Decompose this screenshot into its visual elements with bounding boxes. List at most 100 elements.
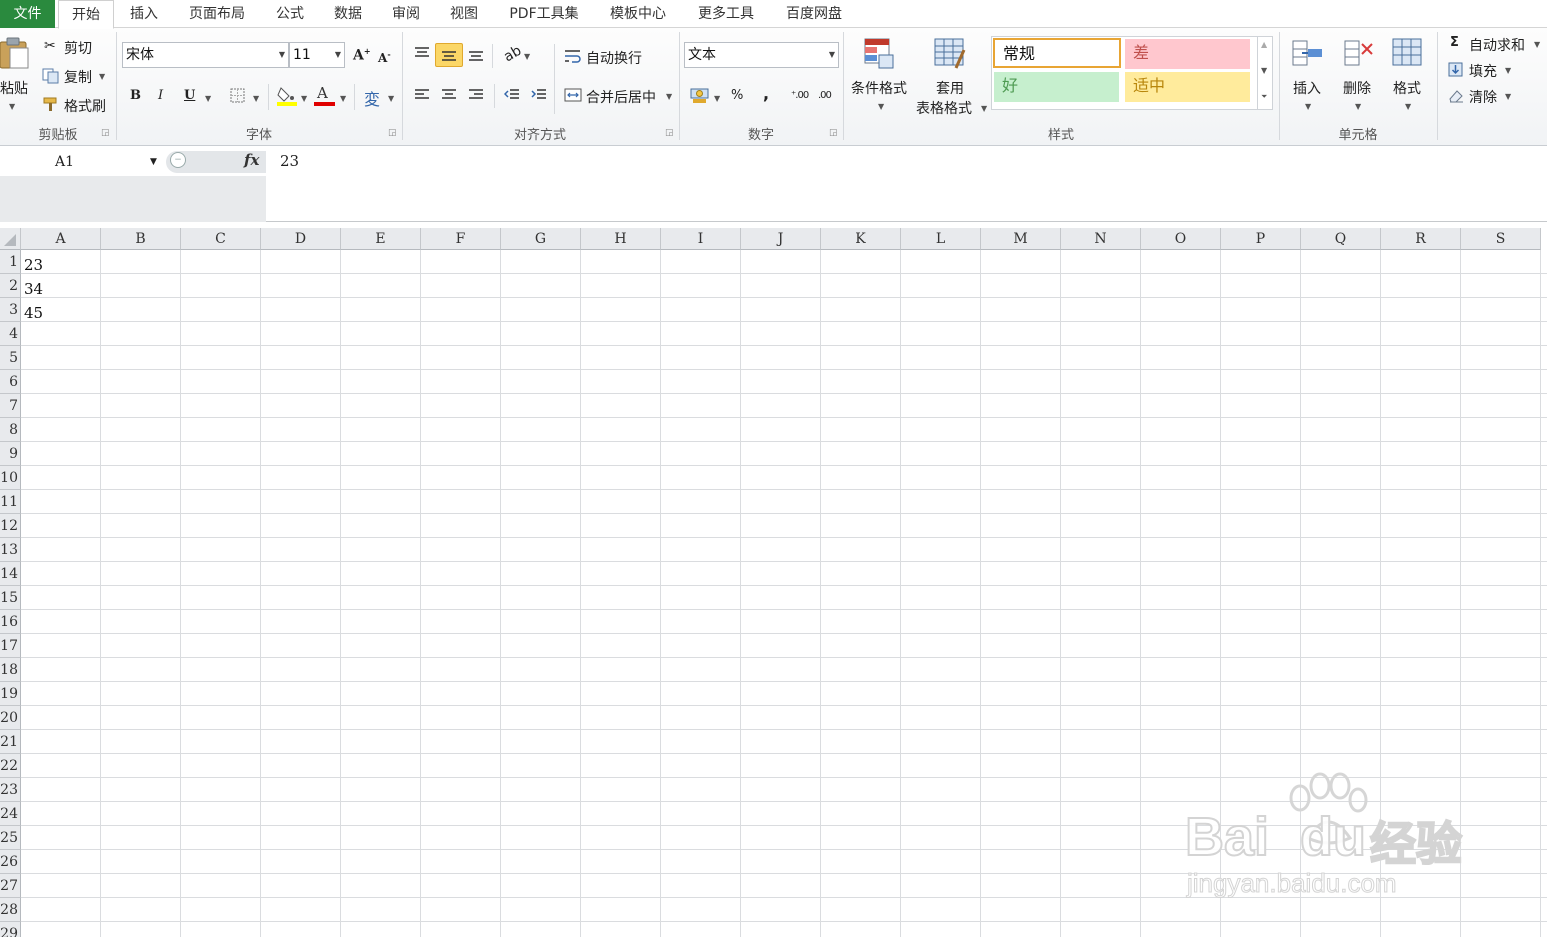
chevron-down-icon[interactable]: ▼	[150, 150, 157, 174]
style-bad[interactable]: 差	[1125, 39, 1250, 69]
comma-button[interactable]: ,	[763, 84, 769, 103]
tab-home[interactable]: 开始	[58, 0, 114, 29]
row-header-20[interactable]: 20	[0, 706, 21, 730]
number-format-combo[interactable]: 文本 ▼	[684, 42, 839, 68]
fill-color-dropdown-icon[interactable]: ▼	[301, 94, 307, 103]
column-header-c[interactable]: C	[181, 228, 261, 250]
row-header-22[interactable]: 22	[0, 754, 21, 778]
number-launcher-icon[interactable]: ◲	[829, 128, 838, 138]
formula-input[interactable]: 23	[280, 152, 299, 170]
column-header-l[interactable]: L	[901, 228, 981, 250]
column-header-a[interactable]: A	[21, 228, 101, 250]
column-header-o[interactable]: O	[1141, 228, 1221, 250]
cell-a2[interactable]: 34	[24, 280, 43, 298]
underline-button[interactable]: U	[184, 88, 195, 103]
row-header-28[interactable]: 28	[0, 898, 21, 922]
row-header-1[interactable]: 1	[0, 250, 21, 274]
increase-indent-icon[interactable]	[531, 88, 547, 102]
column-header-g[interactable]: G	[501, 228, 581, 250]
border-icon[interactable]	[230, 88, 246, 104]
row-header-24[interactable]: 24	[0, 802, 21, 826]
tab-view[interactable]: 视图	[439, 0, 489, 28]
row-header-17[interactable]: 17	[0, 634, 21, 658]
tab-data[interactable]: 数据	[323, 0, 373, 28]
fill-color-icon[interactable]	[276, 84, 298, 106]
scroll-up-icon[interactable]: ▲	[1261, 40, 1267, 49]
column-header-k[interactable]: K	[821, 228, 901, 250]
row-header-14[interactable]: 14	[0, 562, 21, 586]
tab-template-center[interactable]: 模板中心	[598, 0, 678, 28]
align-right-icon[interactable]	[468, 88, 484, 102]
decrease-decimal-icon[interactable]: .00	[818, 90, 832, 101]
column-header-h[interactable]: H	[581, 228, 661, 250]
tab-file[interactable]: 文件	[0, 0, 55, 28]
gallery-scroll[interactable]: ▲ ▼ ⏷	[1257, 36, 1272, 110]
row-header-10[interactable]: 10	[0, 466, 21, 490]
align-bottom-icon[interactable]	[468, 48, 484, 62]
column-header-d[interactable]: D	[261, 228, 341, 250]
row-header-6[interactable]: 6	[0, 370, 21, 394]
cell-a3[interactable]: 45	[24, 304, 43, 322]
zoom-icon[interactable]: −	[170, 152, 186, 168]
column-header-m[interactable]: M	[981, 228, 1061, 250]
cell-a1[interactable]: 23	[24, 256, 43, 274]
font-color-dropdown-icon[interactable]: ▼	[340, 94, 346, 103]
row-header-8[interactable]: 8	[0, 418, 21, 442]
orientation-icon[interactable]: ab	[501, 43, 524, 66]
row-header-16[interactable]: 16	[0, 610, 21, 634]
decrease-indent-icon[interactable]	[504, 88, 520, 102]
row-header-19[interactable]: 19	[0, 682, 21, 706]
style-normal[interactable]: 常规	[993, 38, 1121, 68]
column-header-j[interactable]: J	[741, 228, 821, 250]
gallery-expand-icon[interactable]: ⏷	[1261, 92, 1267, 102]
row-header-29[interactable]: 29	[0, 922, 21, 937]
alignment-launcher-icon[interactable]: ◲	[665, 128, 674, 138]
row-header-4[interactable]: 4	[0, 322, 21, 346]
row-header-7[interactable]: 7	[0, 394, 21, 418]
row-header-3[interactable]: 3	[0, 298, 21, 322]
border-dropdown-icon[interactable]: ▼	[253, 94, 259, 103]
name-box[interactable]: A1 ▼	[0, 150, 163, 174]
phonetic-icon[interactable]: 変	[364, 86, 380, 110]
bold-button[interactable]: B	[130, 88, 141, 103]
row-header-2[interactable]: 2	[0, 274, 21, 298]
row-header-13[interactable]: 13	[0, 538, 21, 562]
column-header-n[interactable]: N	[1061, 228, 1141, 250]
row-header-27[interactable]: 27	[0, 874, 21, 898]
column-header-q[interactable]: Q	[1301, 228, 1381, 250]
insert-function-icon[interactable]: fx	[244, 151, 259, 169]
row-header-21[interactable]: 21	[0, 730, 21, 754]
column-header-r[interactable]: R	[1381, 228, 1461, 250]
align-middle-button[interactable]	[435, 43, 463, 67]
scroll-down-icon[interactable]: ▼	[1261, 66, 1267, 75]
currency-icon[interactable]	[690, 86, 710, 104]
row-header-9[interactable]: 9	[0, 442, 21, 466]
row-header-25[interactable]: 25	[0, 826, 21, 850]
align-center-icon[interactable]	[441, 88, 457, 102]
tab-review[interactable]: 审阅	[381, 0, 431, 28]
select-all-button[interactable]	[0, 228, 21, 250]
italic-button[interactable]: I	[158, 88, 163, 103]
row-header-23[interactable]: 23	[0, 778, 21, 802]
row-header-26[interactable]: 26	[0, 850, 21, 874]
tab-formulas[interactable]: 公式	[265, 0, 315, 28]
column-header-f[interactable]: F	[421, 228, 501, 250]
increase-decimal-icon[interactable]: ⁺.00	[791, 90, 809, 101]
percent-button[interactable]: %	[731, 88, 743, 103]
orientation-dropdown-icon[interactable]: ▼	[524, 52, 530, 61]
tab-pdf-tools[interactable]: PDF工具集	[498, 0, 590, 28]
row-header-5[interactable]: 5	[0, 346, 21, 370]
row-header-11[interactable]: 11	[0, 490, 21, 514]
column-header-s[interactable]: S	[1461, 228, 1541, 250]
tab-baidu-netdisk[interactable]: 百度网盘	[774, 0, 854, 28]
row-header-18[interactable]: 18	[0, 658, 21, 682]
underline-dropdown-icon[interactable]: ▼	[205, 94, 211, 103]
clipboard-launcher-icon[interactable]: ◲	[101, 128, 110, 138]
align-top-icon[interactable]	[414, 46, 430, 60]
font-launcher-icon[interactable]: ◲	[388, 128, 397, 138]
align-left-icon[interactable]	[414, 88, 430, 102]
tab-more-tools[interactable]: 更多工具	[686, 0, 766, 28]
decrease-font-size-icon[interactable]: A-	[378, 49, 391, 65]
column-header-b[interactable]: B	[101, 228, 181, 250]
row-header-15[interactable]: 15	[0, 586, 21, 610]
